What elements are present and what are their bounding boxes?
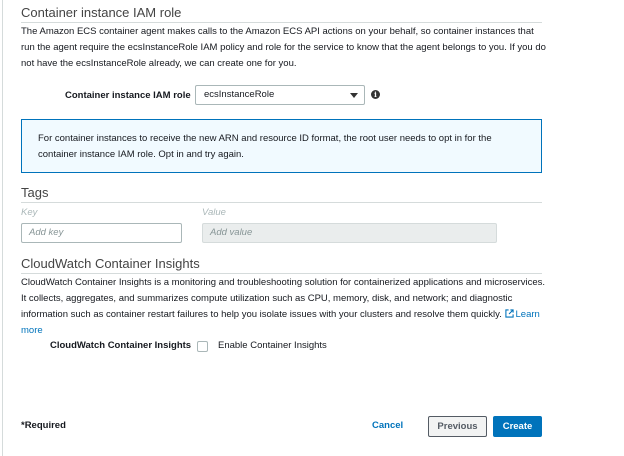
- iam-role-select[interactable]: ecsInstanceRole: [195, 85, 365, 105]
- external-link-icon: [504, 309, 514, 318]
- iam-section-divider: [21, 22, 542, 23]
- insights-section-title: CloudWatch Container Insights: [21, 256, 200, 271]
- tag-value-input: Add value: [202, 223, 497, 243]
- tags-section-title: Tags: [21, 185, 49, 200]
- create-button[interactable]: Create: [493, 416, 542, 437]
- iam-section-title: Container instance IAM role: [21, 5, 182, 20]
- insights-field-label: CloudWatch Container Insights: [50, 340, 192, 351]
- tags-section-divider: [21, 202, 542, 203]
- previous-button[interactable]: Previous: [428, 416, 487, 437]
- insights-description: CloudWatch Container Insights is a monit…: [21, 275, 546, 339]
- info-alert: For container instances to receive the n…: [21, 119, 542, 173]
- info-icon[interactable]: i: [371, 90, 380, 99]
- tag-key-input[interactable]: Add key: [21, 223, 182, 243]
- tag-value-label: Value: [202, 207, 226, 218]
- enable-insights-checkbox[interactable]: [197, 341, 208, 352]
- enable-insights-label[interactable]: Enable Container Insights: [218, 340, 327, 351]
- required-note: *Required: [21, 420, 66, 431]
- info-alert-text: For container instances to receive the n…: [38, 133, 492, 160]
- left-panel-border: [2, 0, 3, 456]
- iam-role-label: Container instance IAM role: [65, 90, 191, 101]
- iam-role-selected-value: ecsInstanceRole: [204, 89, 275, 100]
- cancel-button[interactable]: Cancel: [372, 420, 403, 431]
- tag-key-label: Key: [21, 207, 38, 218]
- insights-section-divider: [21, 273, 542, 274]
- caret-down-icon: [350, 93, 358, 98]
- insights-description-text: CloudWatch Container Insights is a monit…: [21, 277, 546, 320]
- iam-description: The Amazon ECS container agent makes cal…: [21, 26, 546, 69]
